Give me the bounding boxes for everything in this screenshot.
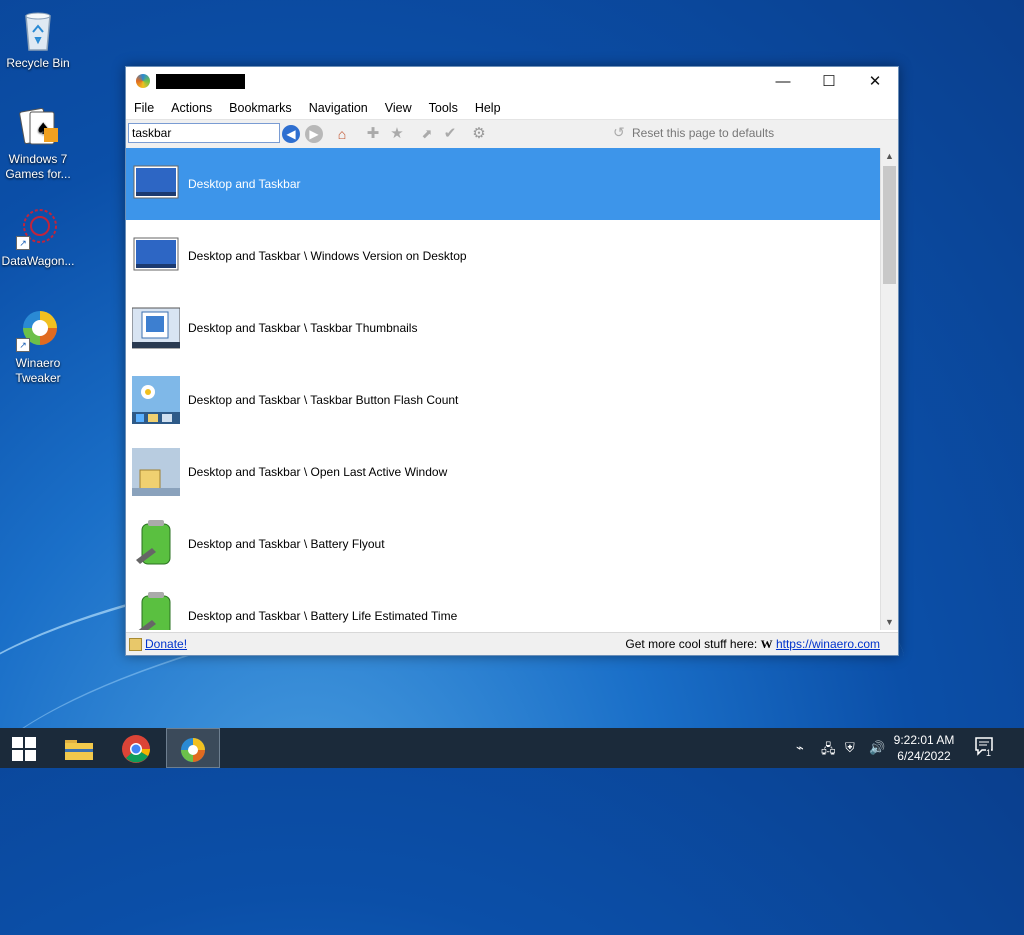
reset-icon: ↺ bbox=[613, 124, 625, 140]
list-item-label: Desktop and Taskbar \ Open Last Active W… bbox=[188, 465, 448, 479]
list-item[interactable]: Desktop and Taskbar \ Battery Flyout bbox=[126, 508, 880, 580]
list-item[interactable]: Desktop and Taskbar \ Battery Life Estim… bbox=[126, 580, 880, 630]
scrollbar-thumb[interactable] bbox=[883, 166, 896, 284]
menu-help[interactable]: Help bbox=[469, 101, 507, 115]
desktop-monitor-icon bbox=[133, 237, 179, 271]
clock-time: 9:22:01 AM bbox=[893, 733, 955, 747]
menu-bookmarks[interactable]: Bookmarks bbox=[223, 101, 298, 115]
desktop-icon-recycle-bin[interactable]: Recycle Bin bbox=[0, 8, 76, 71]
go-to-icon[interactable]: ⬈ bbox=[418, 125, 436, 143]
list-item[interactable]: Desktop and Taskbar \ Taskbar Thumbnails bbox=[126, 292, 880, 364]
volume-icon[interactable]: 🔊 bbox=[869, 740, 885, 756]
list-item-label: Desktop and Taskbar \ Taskbar Button Fla… bbox=[188, 393, 459, 407]
desktop-icon-label: Recycle Bin bbox=[6, 56, 70, 70]
donate-link[interactable]: Donate! bbox=[145, 637, 187, 651]
apply-check-icon[interactable]: ✔ bbox=[441, 125, 459, 143]
folder-icon bbox=[65, 739, 93, 760]
taskbar-flash-icon bbox=[132, 376, 180, 424]
donate-icon bbox=[129, 638, 142, 651]
list-item-label: Desktop and Taskbar \ Taskbar Thumbnails bbox=[188, 321, 418, 335]
results-list: Desktop and Taskbar Desktop and Taskbar … bbox=[126, 148, 880, 630]
cool-stuff-text: Get more cool stuff here: W https://wina… bbox=[625, 637, 880, 652]
menu-actions[interactable]: Actions bbox=[165, 101, 218, 115]
back-arrow-icon[interactable]: ◀ bbox=[282, 125, 300, 143]
vertical-scrollbar[interactable]: ▲ ▼ bbox=[880, 148, 898, 630]
list-item[interactable]: Desktop and Taskbar bbox=[126, 148, 880, 220]
file-explorer-taskbar-button[interactable] bbox=[55, 728, 103, 768]
search-input[interactable] bbox=[128, 123, 280, 143]
recycle-bin-icon bbox=[16, 8, 60, 52]
start-button[interactable] bbox=[0, 728, 48, 768]
winaero-link[interactable]: https://winaero.com bbox=[776, 637, 880, 651]
action-center-button[interactable]: 1 bbox=[974, 736, 998, 760]
desktop-icon-datawagon[interactable]: ↗ DataWagon... bbox=[0, 206, 76, 269]
security-shield-icon[interactable]: ⛨ bbox=[845, 740, 855, 756]
menu-tools[interactable]: Tools bbox=[423, 101, 464, 115]
forward-arrow-icon[interactable]: ▶ bbox=[305, 125, 323, 143]
battery-icon bbox=[136, 520, 171, 565]
list-item[interactable]: Desktop and Taskbar \ Taskbar Button Fla… bbox=[126, 364, 880, 436]
list-item-label: Desktop and Taskbar \ Windows Version on… bbox=[188, 249, 467, 263]
menu-view[interactable]: View bbox=[379, 101, 418, 115]
menu-file[interactable]: File bbox=[128, 101, 160, 115]
desktop-icon-label: DataWagon... bbox=[1, 254, 75, 268]
desktop-monitor-icon bbox=[133, 165, 179, 199]
taskbar-thumbnails-icon bbox=[132, 307, 180, 349]
desktop-icon-windows7-games[interactable]: ♠ Windows 7 Games for... bbox=[0, 104, 76, 182]
shortcut-arrow-icon: ↗ bbox=[16, 338, 30, 352]
winaero-tweaker-taskbar-button[interactable] bbox=[166, 728, 220, 768]
list-item-label: Desktop and Taskbar \ Battery Flyout bbox=[188, 537, 385, 551]
list-item-label: Desktop and Taskbar \ Battery Life Estim… bbox=[188, 609, 458, 623]
scroll-up-icon[interactable]: ▲ bbox=[881, 148, 898, 164]
chrome-icon bbox=[122, 734, 150, 763]
title-bar[interactable]: — ☐ ✕ bbox=[126, 67, 898, 97]
winaero-tweaker-icon: ↗ bbox=[16, 308, 60, 352]
network-icon[interactable]: 🖧 bbox=[821, 740, 836, 762]
status-bar: Donate! Get more cool stuff here: W http… bbox=[126, 632, 898, 655]
open-last-window-icon bbox=[132, 448, 180, 496]
menu-bar: File Actions Bookmarks Navigation View T… bbox=[126, 97, 898, 119]
redacted-title bbox=[156, 74, 245, 89]
maximize-button[interactable]: ☐ bbox=[806, 67, 852, 97]
minimize-button[interactable]: — bbox=[760, 67, 806, 97]
list-item-label: Desktop and Taskbar bbox=[188, 177, 301, 191]
datawagon-icon: ↗ bbox=[16, 206, 60, 250]
home-icon[interactable]: ⌂ bbox=[333, 125, 351, 143]
app-icon bbox=[136, 74, 150, 88]
network-disabled-icon[interactable]: ⌁ bbox=[796, 740, 804, 756]
desktop-icon-label: Winaero Tweaker bbox=[15, 356, 61, 385]
add-bookmark-icon[interactable]: ✚ bbox=[364, 125, 382, 143]
toolbar: ◀ ▶ ⌂ ✚ ★ ⬈ ✔ ⚙ ↺ Reset this page to def… bbox=[126, 119, 898, 149]
taskbar: ⌁ 🖧 ⛨ 🔊 9:22:01 AM 6/24/2022 1 bbox=[0, 728, 1024, 768]
windows-logo-icon bbox=[12, 736, 36, 761]
desktop-icon-winaero-tweaker[interactable]: ↗ Winaero Tweaker bbox=[0, 308, 76, 386]
battery-icon bbox=[138, 592, 171, 630]
desktop-icon-label: Windows 7 Games for... bbox=[5, 152, 71, 181]
winaero-logo: W bbox=[760, 637, 773, 651]
winaero-tweaker-icon bbox=[181, 737, 205, 762]
clock-date: 6/24/2022 bbox=[897, 749, 951, 763]
cards-icon: ♠ bbox=[16, 104, 60, 148]
scroll-down-icon[interactable]: ▼ bbox=[881, 614, 898, 630]
notification-count-badge: 1 bbox=[986, 748, 992, 758]
menu-navigation[interactable]: Navigation bbox=[303, 101, 374, 115]
system-clock[interactable]: 9:22:01 AM 6/24/2022 bbox=[889, 732, 959, 764]
settings-gear-icon[interactable]: ⚙ bbox=[470, 125, 488, 143]
cool-stuff-label: Get more cool stuff here: bbox=[625, 637, 758, 651]
bookmark-star-icon[interactable]: ★ bbox=[388, 125, 406, 143]
reset-page-button[interactable]: Reset this page to defaults bbox=[632, 126, 774, 140]
list-item[interactable]: Desktop and Taskbar \ Open Last Active W… bbox=[126, 436, 880, 508]
list-item[interactable]: Desktop and Taskbar \ Windows Version on… bbox=[126, 220, 880, 292]
winaero-tweaker-window: — ☐ ✕ File Actions Bookmarks Navigation … bbox=[125, 66, 899, 656]
shortcut-arrow-icon: ↗ bbox=[16, 236, 30, 250]
close-button[interactable]: ✕ bbox=[852, 67, 898, 97]
chrome-taskbar-button[interactable] bbox=[112, 728, 160, 768]
